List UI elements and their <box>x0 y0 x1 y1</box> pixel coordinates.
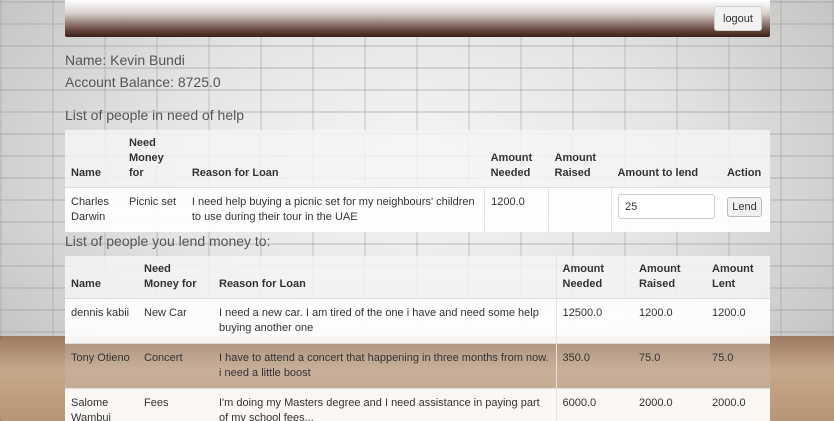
cell-amount-needed: 6000.0 <box>555 388 633 421</box>
cell-amount-raised: 75.0 <box>639 352 661 364</box>
logout-button[interactable]: logout <box>714 6 762 31</box>
table-header-row: Name Need Money for Reason for Loan Amou… <box>65 130 770 188</box>
table-row: Charles Darwin Picnic set I need help bu… <box>65 187 770 233</box>
column-header: Amount Needed <box>490 152 533 179</box>
cell-amount-raised: 2000.0 <box>639 397 673 409</box>
cell-name: Tony Otieno <box>71 352 130 364</box>
account-balance: Account Balance: 8725.0 <box>65 74 221 90</box>
need-help-table: Name Need Money for Reason for Loan Amou… <box>65 130 770 232</box>
column-header: Action <box>726 167 762 179</box>
cell-reason: I need help buying a picnic set for my n… <box>191 196 475 223</box>
cell-need-for: Picnic set <box>128 196 177 208</box>
table-header-row: Name Need Money for Reason for Loan Amou… <box>65 256 770 299</box>
column-header: Amount Raised <box>554 152 597 179</box>
cell-amount-lent: 75.0 <box>712 352 734 364</box>
top-navbar: logout <box>65 0 770 37</box>
user-name: Name: Kevin Bundi <box>65 52 185 68</box>
cell-amount-needed: 350.0 <box>555 343 633 389</box>
cell-amount-lent: 2000.0 <box>712 397 746 409</box>
cell-amount-raised: 1200.0 <box>639 307 673 319</box>
column-header: Reason for Loan <box>191 167 279 179</box>
column-header: Reason for Loan <box>219 278 306 290</box>
cell-name: Charles Darwin <box>71 196 109 223</box>
cell-reason: I need a new car. I am tired of the one … <box>219 307 539 334</box>
cell-need-for: New Car <box>144 307 187 319</box>
column-header: Name <box>71 278 101 290</box>
column-header: Name <box>71 167 101 179</box>
amount-to-lend-input[interactable] <box>617 194 715 219</box>
column-header: Amount Raised <box>639 263 681 290</box>
column-header: Need Money for <box>128 137 164 179</box>
cell-action: Lend <box>721 188 770 233</box>
column-header: Amount to lend <box>617 167 699 179</box>
cell-amount-raised <box>548 187 612 232</box>
cell-need-for: Concert <box>144 352 183 364</box>
cell-amount-to-lend <box>610 187 721 232</box>
lend-button[interactable]: Lend <box>726 197 762 217</box>
cell-reason: I'm doing my Masters degree and I need a… <box>219 397 540 421</box>
cell-name: Salome Wambui <box>71 397 111 421</box>
table-row: Tony Otieno Concert I have to attend a c… <box>65 343 770 389</box>
cell-name: dennis kabii <box>71 307 130 319</box>
cell-need-for: Fees <box>144 397 169 409</box>
cell-amount-needed: 12500.0 <box>555 298 633 344</box>
column-header: Amount Lent <box>712 263 754 290</box>
lent-to-title: List of people you lend money to: <box>65 233 271 249</box>
column-header: Need Money for <box>144 263 197 290</box>
need-help-title: List of people in need of help <box>65 107 245 123</box>
column-header: Amount Needed <box>555 256 633 299</box>
lent-to-table: Name Need Money for Reason for Loan Amou… <box>65 256 770 421</box>
table-row: dennis kabii New Car I need a new car. I… <box>65 298 770 344</box>
cell-amount-lent: 1200.0 <box>712 307 746 319</box>
cell-reason: I have to attend a concert that happenin… <box>219 352 549 379</box>
table-row: Salome Wambui Fees I'm doing my Masters … <box>65 388 770 421</box>
cell-amount-needed: 1200.0 <box>484 187 549 232</box>
